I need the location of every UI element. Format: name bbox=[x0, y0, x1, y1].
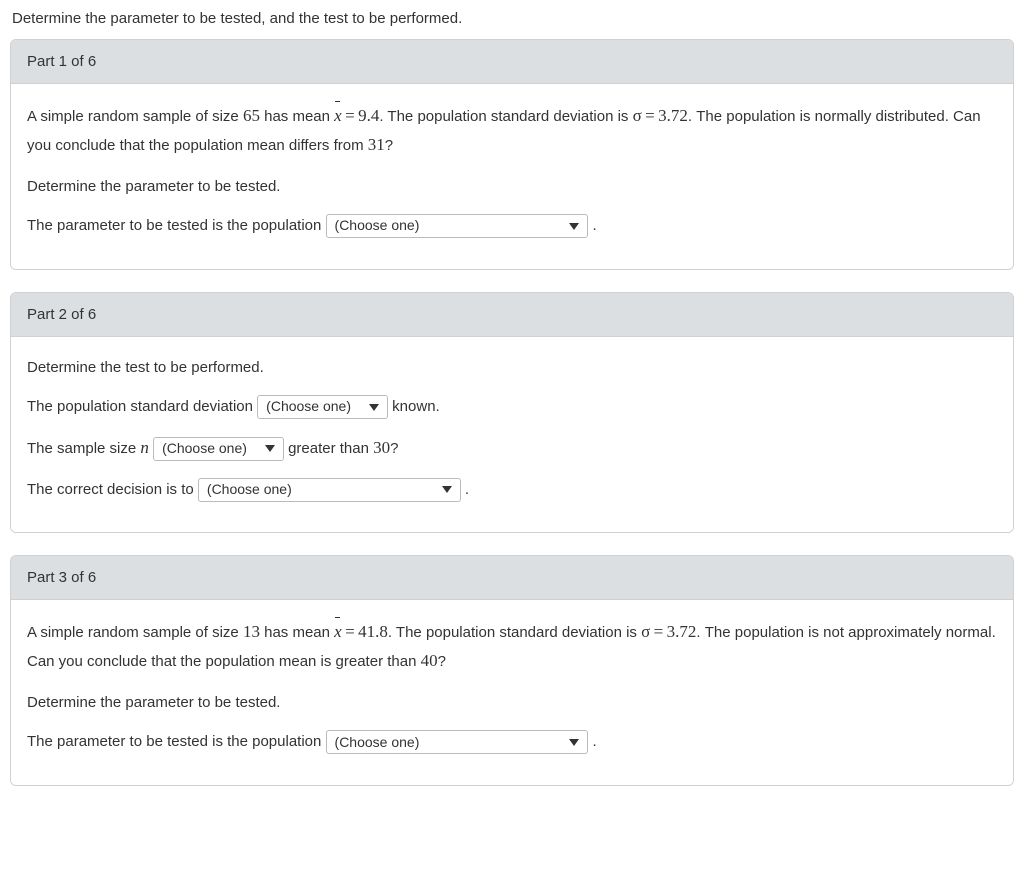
text: . The population standard deviation is bbox=[388, 624, 641, 641]
xbar-symbol: x bbox=[334, 102, 342, 131]
text: . bbox=[593, 733, 597, 750]
text: ? bbox=[385, 137, 393, 154]
target-value: 31 bbox=[368, 135, 385, 154]
parameter-dropdown[interactable]: (Choose one) bbox=[326, 214, 589, 238]
part-3-answer-line: The parameter to be tested is the popula… bbox=[27, 729, 997, 755]
scrollbar-track[interactable] bbox=[1017, 0, 1024, 881]
text: A simple random sample of size bbox=[27, 108, 243, 125]
text: A simple random sample of size bbox=[27, 624, 243, 641]
text: ? bbox=[438, 653, 446, 670]
page-instruction: Determine the parameter to be tested, an… bbox=[10, 8, 1014, 39]
part-2: Part 2 of 6 Determine the test to be per… bbox=[10, 292, 1014, 533]
part-3-header: Part 3 of 6 bbox=[11, 556, 1013, 600]
text: . bbox=[465, 481, 469, 498]
dropdown-placeholder: (Choose one) bbox=[266, 395, 351, 419]
chevron-down-icon bbox=[569, 739, 579, 746]
part-1: Part 1 of 6 A simple random sample of si… bbox=[10, 39, 1014, 270]
text: . bbox=[593, 217, 597, 234]
part-2-prompt: Determine the test to be performed. bbox=[27, 355, 997, 381]
dropdown-placeholder: (Choose one) bbox=[335, 214, 420, 238]
part-2-line-1: The population standard deviation (Choos… bbox=[27, 394, 997, 420]
dropdown-placeholder: (Choose one) bbox=[207, 478, 292, 502]
text: . The population standard deviation is bbox=[379, 108, 632, 125]
n-symbol: n bbox=[140, 438, 149, 457]
decision-dropdown[interactable]: (Choose one) bbox=[198, 478, 461, 502]
dropdown-placeholder: (Choose one) bbox=[162, 437, 247, 461]
sigma-value: σ = 3.72 bbox=[633, 106, 688, 125]
part-3-problem: A simple random sample of size 13 has me… bbox=[27, 618, 997, 676]
stddev-known-dropdown[interactable]: (Choose one) bbox=[257, 395, 388, 419]
text: The correct decision is to bbox=[27, 481, 198, 498]
threshold-value: 30 bbox=[373, 438, 390, 457]
text: ? bbox=[390, 440, 398, 457]
part-1-body: A simple random sample of size 65 has me… bbox=[11, 84, 1013, 269]
chevron-down-icon bbox=[369, 404, 379, 411]
part-1-header: Part 1 of 6 bbox=[11, 40, 1013, 84]
xbar-symbol: x bbox=[334, 618, 342, 647]
chevron-down-icon bbox=[442, 486, 452, 493]
part-1-prompt: Determine the parameter to be tested. bbox=[27, 174, 997, 200]
part-1-problem: A simple random sample of size 65 has me… bbox=[27, 102, 997, 160]
target-value: 40 bbox=[421, 651, 438, 670]
sigma-value: σ = 3.72 bbox=[641, 622, 696, 641]
part-2-line-3: The correct decision is to (Choose one) … bbox=[27, 477, 997, 503]
text: The population standard deviation bbox=[27, 398, 257, 415]
chevron-down-icon bbox=[569, 223, 579, 230]
part-3-body: A simple random sample of size 13 has me… bbox=[11, 600, 1013, 785]
chevron-down-icon bbox=[265, 445, 275, 452]
answer-lead: The parameter to be tested is the popula… bbox=[27, 733, 326, 750]
part-2-body: Determine the test to be performed. The … bbox=[11, 337, 1013, 532]
text: The sample size bbox=[27, 440, 140, 457]
text: has mean bbox=[260, 624, 334, 641]
sample-size-value: 13 bbox=[243, 622, 260, 641]
part-2-line-2: The sample size n (Choose one) greater t… bbox=[27, 434, 997, 463]
part-1-answer-line: The parameter to be tested is the popula… bbox=[27, 213, 997, 239]
sample-size-value: 65 bbox=[243, 106, 260, 125]
part-2-header: Part 2 of 6 bbox=[11, 293, 1013, 337]
xbar-value: = 9.4 bbox=[342, 106, 380, 125]
part-3: Part 3 of 6 A simple random sample of si… bbox=[10, 555, 1014, 786]
text: has mean bbox=[260, 108, 334, 125]
text: known. bbox=[392, 398, 440, 415]
dropdown-placeholder: (Choose one) bbox=[335, 731, 420, 755]
sample-size-dropdown[interactable]: (Choose one) bbox=[153, 437, 284, 461]
text: greater than bbox=[288, 440, 373, 457]
part-3-prompt: Determine the parameter to be tested. bbox=[27, 690, 997, 716]
xbar-value: = 41.8 bbox=[342, 622, 388, 641]
parameter-dropdown[interactable]: (Choose one) bbox=[326, 730, 589, 754]
answer-lead: The parameter to be tested is the popula… bbox=[27, 217, 326, 234]
